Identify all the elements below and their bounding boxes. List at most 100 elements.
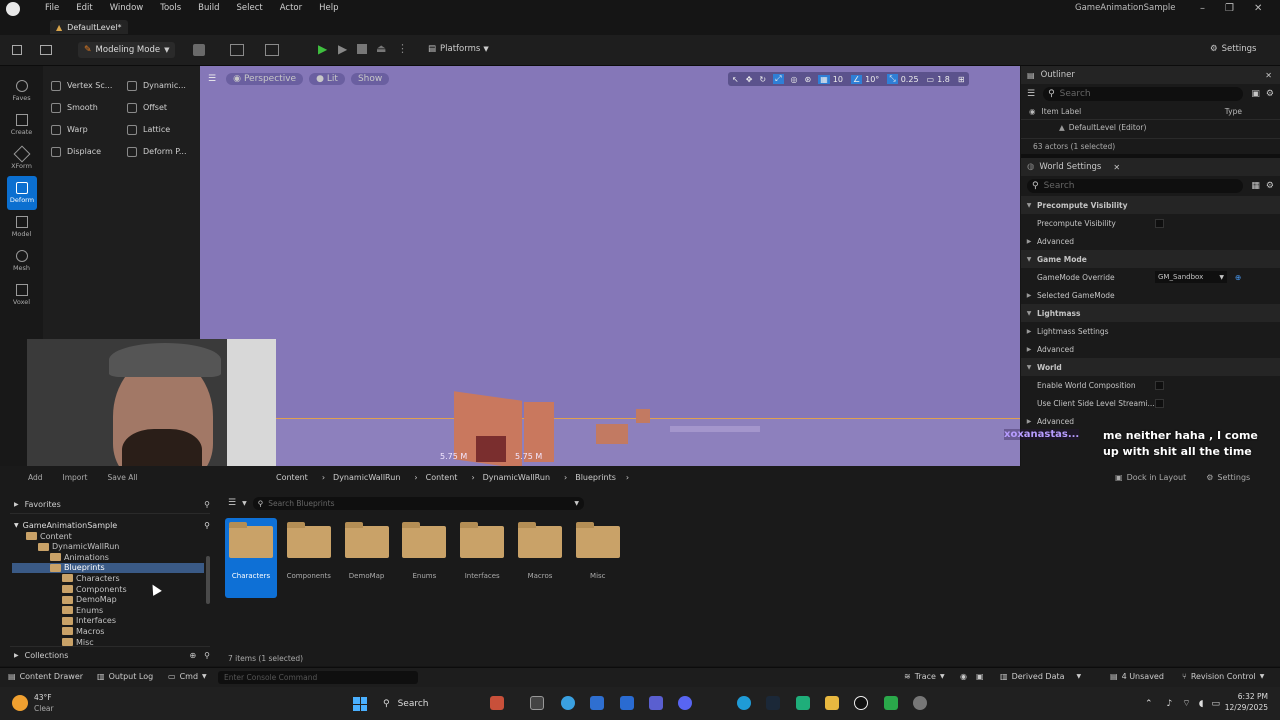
- taskbar-search[interactable]: ⚲ Search: [383, 696, 429, 712]
- clock-date[interactable]: 12/29/2025: [1218, 703, 1268, 712]
- tree-folder-item[interactable]: Content: [12, 531, 204, 541]
- breadcrumb-item[interactable]: Blueprints: [575, 473, 616, 482]
- world-local-icon[interactable]: ◎: [791, 75, 798, 84]
- tree-folder-item[interactable]: Animations: [12, 552, 204, 562]
- add-folder-icon[interactable]: ▣: [1251, 89, 1260, 99]
- chevron-down-icon[interactable]: ▼: [242, 500, 247, 507]
- menu-actor[interactable]: Actor: [280, 3, 302, 13]
- close-window-icon[interactable]: ✕: [1254, 3, 1262, 14]
- table-view-icon[interactable]: ▦: [1251, 181, 1260, 191]
- eject-icon[interactable]: ⏏: [376, 42, 386, 55]
- dock-in-layout-button[interactable]: Dock in Layout: [1127, 473, 1187, 482]
- menu-select[interactable]: Select: [237, 3, 263, 13]
- perspective-button[interactable]: ◉ Perspective: [226, 73, 304, 85]
- minimize-icon[interactable]: –: [1200, 3, 1205, 14]
- record-icon[interactable]: ◉: [960, 672, 967, 681]
- tool-lattice[interactable]: Lattice: [119, 120, 199, 139]
- revision-control-button[interactable]: ⑂ Revision Control ▼: [1182, 672, 1264, 681]
- ws-section-header[interactable]: ▼ Lightmass: [1021, 304, 1280, 322]
- menu-edit[interactable]: Edit: [76, 3, 92, 13]
- more-options-icon[interactable]: ⋮: [397, 42, 408, 55]
- save-icon[interactable]: [12, 45, 22, 55]
- content-folder[interactable]: Enums: [400, 522, 448, 580]
- content-drawer-button[interactable]: ▤ Content Drawer: [8, 672, 83, 681]
- menu-help[interactable]: Help: [319, 3, 338, 13]
- outliner-row[interactable]: ▲ DefaultLevel (Editor): [1021, 120, 1280, 134]
- camera-speed-icon[interactable]: ▭: [927, 75, 935, 84]
- steam-icon[interactable]: [766, 696, 780, 710]
- task-view-icon[interactable]: [530, 696, 544, 710]
- blueprint-icon[interactable]: [230, 44, 244, 56]
- category-voxel[interactable]: Voxel: [0, 278, 43, 312]
- add-actor-icon[interactable]: [193, 44, 205, 56]
- breadcrumb-item[interactable]: Content: [276, 473, 308, 482]
- mode-selector[interactable]: ✎ Modeling Mode ▼: [78, 42, 176, 58]
- tool-deform-props[interactable]: Deform P...: [119, 142, 199, 161]
- volume-icon[interactable]: ◖: [1199, 699, 1204, 709]
- category-deform[interactable]: Deform: [7, 176, 37, 210]
- grid-snap-icon[interactable]: ▦: [818, 74, 830, 84]
- show-button[interactable]: Show: [350, 73, 390, 85]
- ws-property-row[interactable]: ▶ Lightmass Settings: [1021, 322, 1280, 340]
- tree-folder-item[interactable]: DemoMap: [12, 595, 204, 605]
- windows-start-icon[interactable]: [353, 697, 367, 711]
- scale-snap-value[interactable]: 0.25: [901, 75, 919, 84]
- ws-property-row[interactable]: Enable World Composition: [1021, 376, 1280, 394]
- browse-icon[interactable]: ⊕: [1235, 273, 1241, 282]
- unsaved-button[interactable]: ▤ 4 Unsaved: [1110, 672, 1164, 681]
- wall-mesh[interactable]: [596, 424, 628, 444]
- settings-icon[interactable]: ⚙: [1266, 89, 1274, 99]
- app-icon[interactable]: [796, 696, 810, 710]
- column-item-label[interactable]: Item Label: [1042, 107, 1082, 116]
- tool-displace[interactable]: Displace: [43, 142, 123, 161]
- tree-folder-item[interactable]: DynamicWallRun: [12, 542, 204, 552]
- content-folder[interactable]: Characters: [227, 522, 275, 580]
- tree-folder-item[interactable]: Characters: [12, 573, 204, 583]
- console-input[interactable]: Enter Console Command: [218, 671, 418, 684]
- checkbox[interactable]: [1155, 218, 1164, 228]
- outliner-search-input[interactable]: ⚲ Search: [1043, 87, 1244, 101]
- rotation-snap-icon[interactable]: ∠: [850, 74, 863, 84]
- file-explorer-icon[interactable]: [825, 696, 839, 710]
- visibility-icon[interactable]: ◉: [1029, 107, 1036, 116]
- ws-property-row[interactable]: ▶ Selected GameMode: [1021, 286, 1280, 304]
- mic-icon[interactable]: ♪: [1167, 699, 1173, 709]
- unreal-logo-icon[interactable]: [6, 2, 20, 16]
- tree-folder-item[interactable]: Interfaces: [12, 616, 204, 626]
- network-icon[interactable]: ⌔: [1182, 698, 1190, 709]
- app-icon[interactable]: [884, 696, 898, 710]
- tree-scrollbar[interactable]: [206, 556, 210, 604]
- filter-icon[interactable]: ☰: [228, 498, 236, 508]
- clock-time[interactable]: 6:32 PM: [1226, 692, 1268, 701]
- camera-speed-value[interactable]: 1.8: [937, 75, 950, 84]
- calculator-icon[interactable]: [590, 696, 604, 710]
- ws-property-row[interactable]: ▶ Advanced: [1021, 340, 1280, 358]
- hamburger-icon[interactable]: ☰: [208, 74, 216, 84]
- ws-section-header[interactable]: ▼ Precompute Visibility: [1021, 196, 1280, 214]
- grid-snap-value[interactable]: 10: [833, 75, 843, 84]
- category-model[interactable]: Model: [0, 210, 43, 244]
- ws-property-row[interactable]: GameMode Override GM_Sandbox ▼ ⊕: [1021, 268, 1280, 286]
- level-viewport[interactable]: ☰ ◉ Perspective ● Lit Show ↖ ✥ ↻ ⤢ ◎ ⊛ ▦ 1…: [200, 66, 1020, 466]
- level-tab[interactable]: ▲ DefaultLevel*: [50, 20, 128, 34]
- content-folder[interactable]: DemoMap: [343, 522, 391, 580]
- breadcrumb-item[interactable]: DynamicWallRun: [483, 473, 550, 482]
- edge-icon[interactable]: [737, 696, 751, 710]
- category-create[interactable]: Create: [0, 108, 43, 142]
- gamemode-dropdown[interactable]: GM_Sandbox ▼: [1155, 271, 1227, 283]
- derived-data-button[interactable]: ▥ Derived Data ▼: [1000, 672, 1081, 681]
- checkbox[interactable]: [1155, 380, 1164, 390]
- tree-folder-item[interactable]: Components: [12, 584, 204, 594]
- close-panel-icon[interactable]: ✕: [1265, 71, 1272, 80]
- content-folder[interactable]: Interfaces: [458, 522, 506, 580]
- surface-snap-icon[interactable]: ⊛: [805, 75, 812, 84]
- ws-property-row[interactable]: ▶ Advanced: [1021, 232, 1280, 250]
- tool-warp[interactable]: Warp: [43, 120, 123, 139]
- settings-button[interactable]: ⚙ Settings: [1210, 44, 1257, 54]
- tool-smooth[interactable]: Smooth: [43, 98, 123, 117]
- cmd-selector[interactable]: ▭ Cmd ▼: [168, 672, 207, 681]
- play-options-icon[interactable]: ▶: [338, 42, 347, 56]
- breadcrumb-item[interactable]: DynamicWallRun: [333, 473, 400, 482]
- chevron-up-icon[interactable]: ⌃: [1145, 699, 1153, 709]
- tool-vertex-sculpt[interactable]: Vertex Sc...: [43, 76, 123, 95]
